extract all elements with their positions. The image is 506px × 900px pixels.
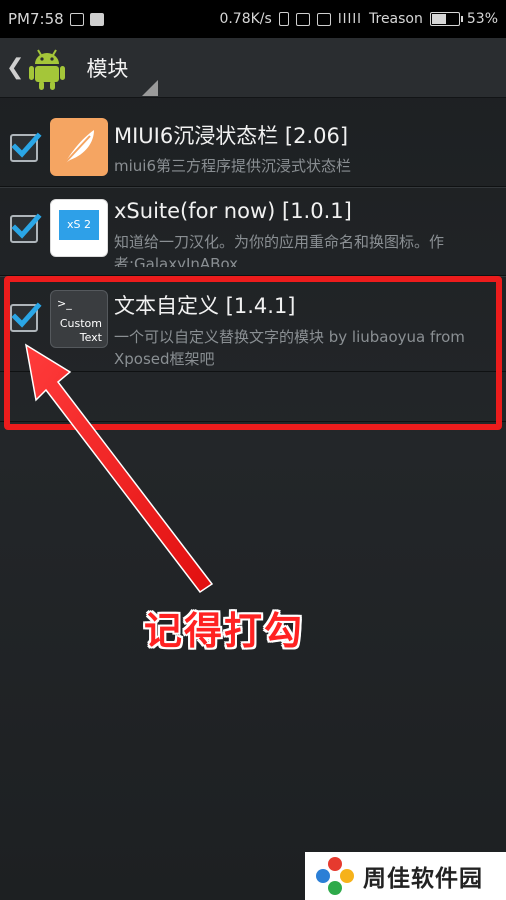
watermark: 周佳软件园 xyxy=(305,852,506,900)
watermark-text: 周佳软件园 xyxy=(363,866,483,892)
annotation-arrow xyxy=(24,343,214,594)
annotation-text: 记得打勾 xyxy=(144,609,305,653)
pinwheel-logo-icon xyxy=(316,857,354,895)
